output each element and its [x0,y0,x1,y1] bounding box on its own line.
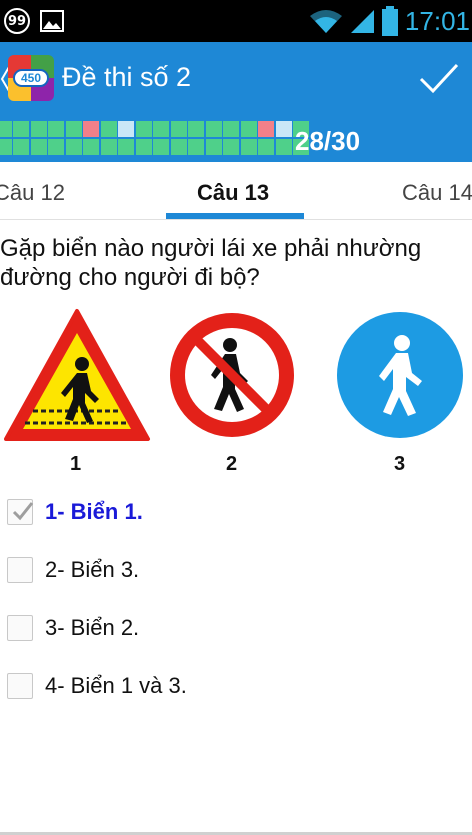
progress-cell[interactable] [171,121,187,137]
progress-cell[interactable] [223,139,239,155]
progress-cell[interactable] [118,139,134,155]
progress-cell[interactable] [83,121,99,137]
progress-cell[interactable] [48,121,64,137]
answer-label-4: 4- Biển 1 và 3. [45,673,187,698]
progress-cell[interactable] [223,121,239,137]
progress-cell[interactable] [31,121,47,137]
pedestrian-crossing-warning-sign [4,309,150,441]
progress-cell[interactable] [206,139,222,155]
progress-cell[interactable] [0,121,12,137]
sign-images: 1 2 3 [0,305,472,475]
progress-cell[interactable] [66,121,82,137]
progress-cell[interactable] [188,121,204,137]
answer-option-2[interactable]: 2- Biển 3. [7,552,447,592]
image-icon [40,10,64,32]
tab-question-12[interactable]: Câu 12 [0,180,65,206]
answer-option-1[interactable]: 1- Biển 1. [7,494,447,534]
check-icon[interactable] [416,59,462,99]
app-icon[interactable]: 450 [8,55,54,101]
progress-cell[interactable] [206,121,222,137]
battery-icon [381,6,398,36]
progress-cell[interactable] [101,121,117,137]
sign-1-label: 1 [70,453,82,475]
action-bar: 450 Đề thi số 2 [0,42,472,116]
progress-cell[interactable] [188,139,204,155]
progress-count: 28/30 [295,126,361,156]
sign-3-label: 3 [394,453,406,475]
progress-cell[interactable] [136,139,152,155]
question-text: Gặp biển nào người lái xe phải nhường đư… [0,235,422,291]
progress-cell[interactable] [83,139,99,155]
progress-cell[interactable] [276,139,292,155]
progress-cell[interactable] [66,139,82,155]
progress-cell[interactable] [118,121,134,137]
answer-label-3: 3- Biển 2. [45,615,140,640]
progress-cell[interactable] [241,121,257,137]
sign-2-label: 2 [226,453,238,475]
no-pedestrians-sign [170,313,294,437]
answer-option-4[interactable]: 4- Biển 1 và 3. [7,668,447,708]
question-tabs: Câu 12 Câu 13 Câu 14 [0,162,472,220]
notification-count-icon: 99 [4,8,30,34]
tab-question-14[interactable]: Câu 14 [402,180,472,206]
progress-cell[interactable] [153,121,169,137]
progress-bar: 28/30 [0,116,472,162]
tab-indicator [166,213,304,219]
answer-label-1: 1- Biển 1. [45,499,143,524]
progress-cell[interactable] [101,139,117,155]
answer-checkbox-1[interactable] [7,499,34,525]
progress-cell[interactable] [136,121,152,137]
clock: 17:01 [404,5,470,36]
status-bar: 99 17:01 [0,0,472,42]
checkmark-icon [12,502,34,521]
progress-cell[interactable] [48,139,64,155]
progress-cell[interactable] [258,139,274,155]
answer-label-2: 2- Biển 3. [45,557,140,582]
answer-checkbox-4[interactable] [7,673,33,699]
progress-cell[interactable] [0,139,12,155]
answer-option-3[interactable]: 3- Biển 2. [7,610,447,650]
answer-checkbox-3[interactable] [7,615,33,641]
tab-question-13[interactable]: Câu 13 [197,180,269,206]
progress-cell[interactable] [171,139,187,155]
progress-cell[interactable] [153,139,169,155]
answer-checkbox-2[interactable] [7,557,33,583]
page-title: Đề thi số 2 [62,62,192,92]
progress-cell[interactable] [31,139,47,155]
pedestrian-path-sign [337,312,463,438]
progress-cell[interactable] [258,121,274,137]
progress-cell[interactable] [13,121,29,137]
progress-cell[interactable] [241,139,257,155]
signal-icon [350,10,374,33]
wifi-icon [309,10,342,33]
progress-grid [0,121,309,157]
progress-cell[interactable] [276,121,292,137]
app-icon-badge: 450 [13,69,49,87]
progress-cell[interactable] [13,139,29,155]
